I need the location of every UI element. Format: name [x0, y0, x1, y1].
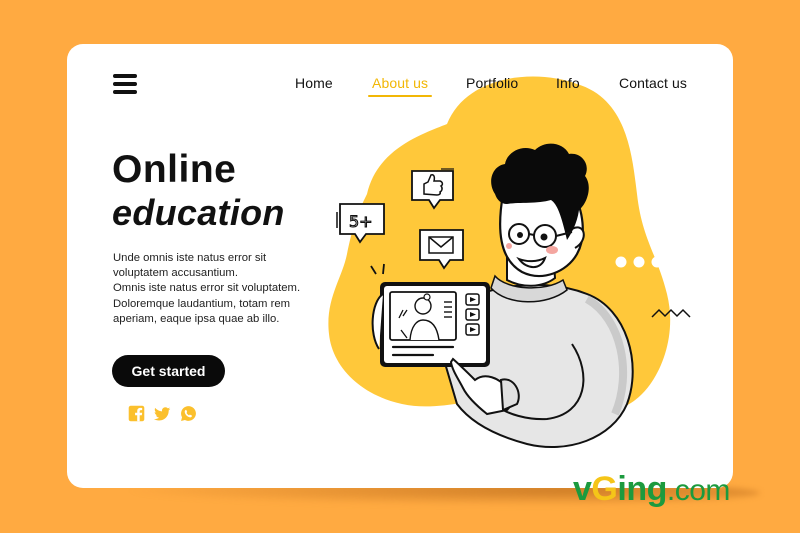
- sweater: [430, 283, 634, 448]
- watermark-v: v: [573, 470, 592, 508]
- watermark-ing: ing: [617, 470, 667, 508]
- tablet: [380, 282, 490, 367]
- landing-page-card: 5+ Home About us Portfolio Info Contact …: [67, 44, 733, 488]
- watermark-g: G: [591, 470, 618, 508]
- page-background: 5+ Home About us Portfolio Info Contact …: [0, 0, 800, 533]
- svg-text:5+: 5+: [349, 212, 373, 231]
- face: [499, 192, 584, 277]
- description-line: Omnis iste natus error sit voluptatem.: [113, 282, 301, 295]
- zigzag: [651, 308, 691, 318]
- pointing-hand: [449, 357, 514, 416]
- whatsapp-icon[interactable]: [180, 405, 197, 422]
- hero-description: Unde omnis iste natus error sit voluptat…: [113, 251, 343, 327]
- hero-title-line2: education: [112, 192, 285, 233]
- hero-title-line1: Online: [112, 148, 237, 191]
- bubble-mail: [419, 229, 464, 270]
- description-line: voluptatem accusantium.: [113, 267, 238, 280]
- nav-contact-us[interactable]: Contact us: [619, 75, 687, 91]
- main-nav: Home About us Portfolio Info Contact us: [67, 75, 733, 97]
- yellow-blob: [328, 76, 671, 414]
- bubble-like: [411, 170, 454, 210]
- nav-about-us[interactable]: About us: [367, 75, 433, 97]
- social-links: [128, 405, 197, 422]
- twitter-icon[interactable]: [154, 405, 171, 422]
- nav-info[interactable]: Info: [556, 75, 580, 91]
- nav-portfolio[interactable]: Portfolio: [466, 75, 518, 91]
- watermark-domain: .com: [666, 474, 731, 507]
- nav-home[interactable]: Home: [295, 75, 333, 91]
- typing-dots: [615, 256, 663, 268]
- hair: [491, 143, 589, 240]
- get-started-button[interactable]: Get started: [112, 355, 225, 387]
- description-line: Unde omnis iste natus error sit: [113, 252, 267, 264]
- facebook-icon[interactable]: [128, 405, 145, 422]
- watermark-logo: vGing.com: [573, 470, 730, 509]
- bubble-count: 5+: [339, 203, 385, 244]
- description-line: Doloremque laudantium, totam rem: [113, 297, 291, 310]
- description-line: aperiam, eaque ipsa quae ab illo.: [113, 312, 280, 325]
